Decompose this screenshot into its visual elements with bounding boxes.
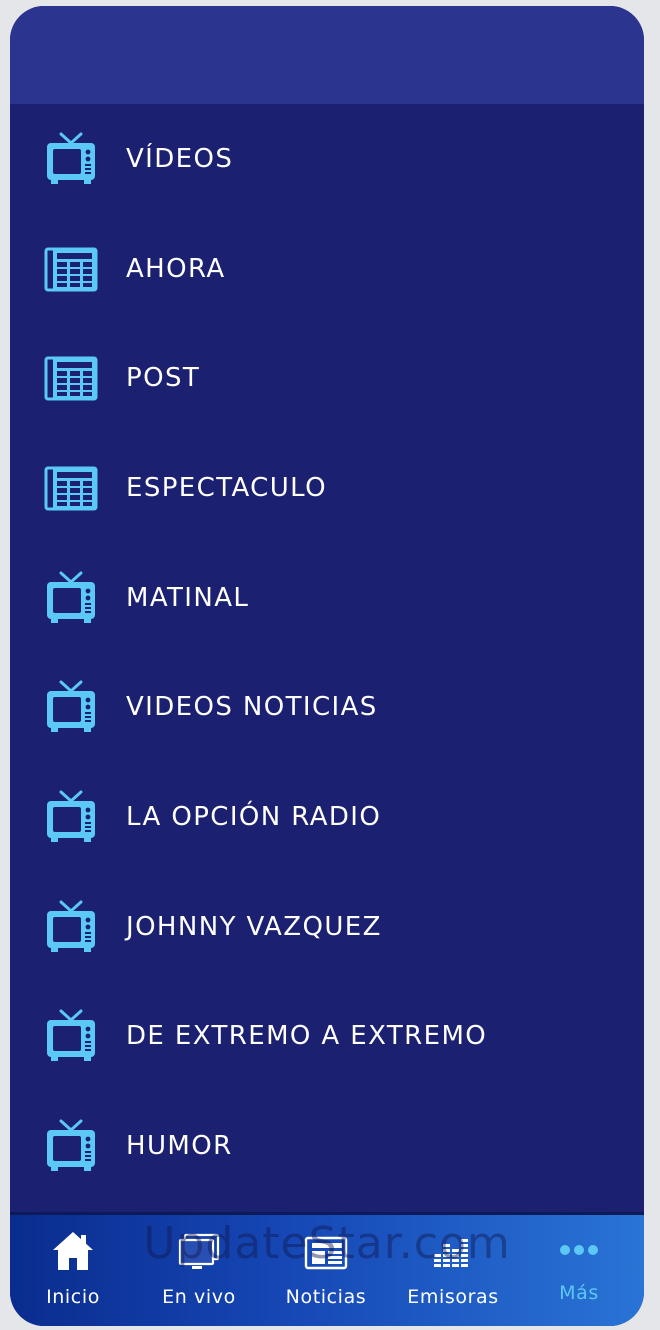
tab-label: Inicio [46, 1286, 100, 1308]
menu-item-label: HUMOR [126, 1131, 233, 1162]
monitor-icon [178, 1233, 220, 1269]
menu-item-post[interactable]: POST [10, 323, 644, 433]
equalizer-icon [434, 1239, 468, 1267]
tv-icon [45, 790, 97, 844]
newspaper-icon [44, 247, 98, 292]
menu-item-label: ESPECTACULO [126, 472, 327, 503]
menu-item-humor[interactable]: HUMOR [10, 1091, 644, 1201]
tv-icon [45, 680, 97, 734]
more-icon [560, 1245, 598, 1255]
menu-item-videos[interactable]: VÍDEOS [10, 104, 644, 214]
menu-item-label: MATINAL [126, 582, 250, 613]
menu-item-la-opcion-radio[interactable]: LA OPCIÓN RADIO [10, 762, 644, 872]
tab-label: Emisoras [407, 1286, 499, 1308]
tab-mas[interactable]: Más [516, 1216, 642, 1324]
tv-icon [45, 571, 97, 625]
menu-item-johnny-vazquez[interactable]: JOHNNY VAZQUEZ [10, 872, 644, 982]
tab-label: En vivo [162, 1286, 236, 1308]
more-menu: VÍDEOS AHORA POST ESPECTACULO MATINAL VI… [10, 104, 644, 1212]
top-app-bar [10, 6, 644, 104]
newspaper-icon [44, 356, 98, 401]
menu-item-matinal[interactable]: MATINAL [10, 543, 644, 653]
menu-item-label: VIDEOS NOTICIAS [126, 692, 378, 723]
menu-item-label: VÍDEOS [126, 143, 234, 174]
menu-item-videos-noticias[interactable]: VIDEOS NOTICIAS [10, 652, 644, 762]
tab-inicio[interactable]: Inicio [10, 1216, 136, 1324]
tab-noticias[interactable]: Noticias [263, 1216, 389, 1324]
menu-item-ahora[interactable]: AHORA [10, 214, 644, 324]
tv-icon [45, 132, 97, 186]
tv-icon [45, 1009, 97, 1063]
menu-item-espectaculo[interactable]: ESPECTACULO [10, 433, 644, 543]
newspaper-icon [44, 466, 98, 511]
menu-item-label: AHORA [126, 253, 226, 284]
tv-icon [45, 1119, 97, 1173]
home-icon [53, 1232, 93, 1270]
newspaper-icon [304, 1236, 348, 1270]
tv-icon [45, 900, 97, 954]
menu-item-label: LA OPCIÓN RADIO [126, 801, 382, 832]
tab-label: Noticias [285, 1286, 367, 1308]
tab-emisoras[interactable]: Emisoras [390, 1216, 516, 1324]
tab-en-vivo[interactable]: En vivo [136, 1216, 262, 1324]
menu-item-de-extremo-a-extremo[interactable]: DE EXTREMO A EXTREMO [10, 982, 644, 1092]
app-screen: VÍDEOS AHORA POST ESPECTACULO MATINAL VI… [10, 6, 644, 1326]
menu-item-label: DE EXTREMO A EXTREMO [126, 1021, 488, 1052]
menu-item-label: POST [126, 363, 201, 394]
tab-label: Más [559, 1282, 599, 1304]
menu-item-label: JOHNNY VAZQUEZ [126, 911, 382, 942]
